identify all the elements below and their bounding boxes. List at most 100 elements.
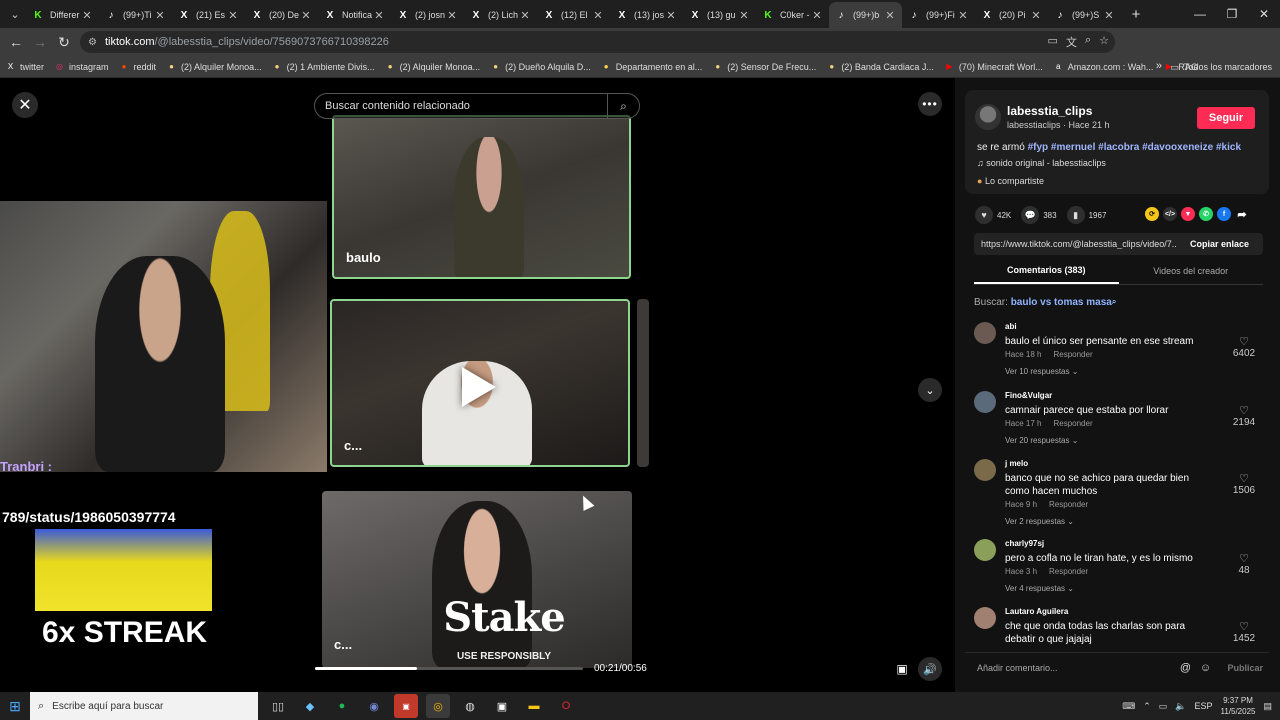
opera-icon[interactable]: O (554, 694, 578, 718)
comment-like[interactable]: ♡ 48 (1229, 553, 1259, 576)
search-suggestion[interactable]: Buscar: baulo vs tomas masa⌕ (974, 297, 1116, 308)
tab-close-icon[interactable]: ✕ (519, 9, 531, 22)
comment-username[interactable]: charly97sj (1005, 539, 1044, 548)
avatar[interactable] (974, 539, 996, 561)
browser-tab[interactable]: K C0ker - ✕ (756, 2, 829, 28)
repost-icon[interactable]: ⟳ (1145, 207, 1159, 221)
taskbar-search-input[interactable]: ⌕ Escribe aquí para buscar (30, 692, 258, 720)
bookmark-item[interactable]: ● (2) Sensor De Frecu... (707, 61, 821, 72)
browser-tab[interactable]: X (21) Es ✕ (172, 2, 245, 28)
tab-close-icon[interactable]: ✕ (665, 9, 677, 22)
follow-button[interactable]: Seguir (1197, 107, 1255, 129)
task-view-icon[interactable]: ▯▯ (266, 694, 290, 718)
bookmark-item[interactable]: ● (2) Alquiler Monoa... (161, 61, 267, 72)
tab-close-icon[interactable]: ✕ (300, 9, 312, 22)
reload-icon[interactable]: ↻ (52, 30, 76, 54)
tab-close-icon[interactable]: ✕ (227, 9, 239, 22)
red-app-icon[interactable]: ▣ (394, 694, 418, 718)
search-icon[interactable]: ⌕ (607, 94, 639, 118)
translate-icon[interactable]: 文 (1066, 34, 1077, 50)
bookmark-item[interactable]: ● (2) Dueño Alquila D... (485, 61, 596, 72)
caption-hashtags[interactable]: #fyp #mernuel #lacobra #davooxeneize #ki… (1028, 142, 1241, 153)
share-link-url[interactable]: https://www.tiktok.com/@labesstia_clips/… (974, 239, 1176, 249)
volume-icon[interactable]: 🔊 (918, 657, 942, 681)
bookmark-item[interactable]: Xtwitter (0, 61, 49, 72)
video-player[interactable]: Tranbri : 789/status/1986050397774 6x ST… (0, 78, 955, 692)
all-bookmarks-folder[interactable]: ▭ Todos los marcadores (1170, 56, 1272, 78)
tab-close-icon[interactable]: ✕ (1103, 9, 1115, 22)
bookmark-item[interactable]: ● Departamento en al... (596, 61, 708, 72)
author-name[interactable]: labesstia_clips (1007, 104, 1092, 118)
publish-button[interactable]: Publicar (1215, 663, 1269, 673)
comment-input[interactable]: Añadir comentario... (965, 663, 1175, 673)
tab-search-icon[interactable]: ⌄ (4, 3, 26, 25)
chrome-icon[interactable]: ◎ (426, 694, 450, 718)
close-window-icon[interactable]: ✕ (1248, 0, 1280, 28)
browser-tab[interactable]: ♪ (99+)S ✕ (1048, 2, 1121, 28)
spotify-icon[interactable]: ● (330, 694, 354, 718)
save-stat[interactable]: ▮ 1967 (1066, 206, 1106, 224)
close-icon[interactable]: ✕ (12, 92, 38, 118)
emoji-icon[interactable]: ☺ (1195, 662, 1215, 674)
tab-close-icon[interactable]: ✕ (738, 9, 750, 22)
related-video-card-edge[interactable] (637, 299, 649, 467)
comment-username[interactable]: abi (1005, 322, 1017, 331)
file-explorer-icon[interactable]: ▬ (522, 694, 546, 718)
avatar[interactable] (974, 322, 996, 344)
comment-like[interactable]: ♡ 1452 (1229, 621, 1259, 644)
whatsapp-icon[interactable]: ✆ (1199, 207, 1213, 221)
reply-button[interactable]: Responder (1053, 350, 1092, 359)
comment-like[interactable]: ♡ 2194 (1229, 405, 1259, 428)
browser-tab[interactable]: X (13) gu ✕ (683, 2, 756, 28)
view-replies-button[interactable]: Ver 20 respuestas ⌄ (1005, 436, 1078, 445)
language-indicator[interactable]: ESP (1194, 701, 1212, 711)
like-stat[interactable]: ♥ 42K (975, 206, 1011, 224)
clock[interactable]: 9:37 PM 11/5/2025 (1220, 695, 1255, 717)
volume-icon[interactable]: 🔈 (1175, 701, 1186, 712)
keyboard-icon[interactable]: ⌨ (1122, 701, 1135, 712)
comment-like[interactable]: ♡ 1506 (1229, 473, 1259, 496)
related-video-card-3[interactable]: c... (322, 491, 632, 668)
mention-icon[interactable]: @ (1175, 662, 1195, 674)
more-options-icon[interactable]: ••• (918, 92, 942, 116)
bookmark-item[interactable]: ▶ (70) Minecraft Worl... (939, 61, 1048, 72)
tab-close-icon[interactable]: ✕ (81, 9, 93, 22)
capcut-icon[interactable]: ▣ (490, 694, 514, 718)
browser-tab[interactable]: X (20) Pi ✕ (975, 2, 1048, 28)
comment-username[interactable]: Lautaro Aguilera (1005, 607, 1068, 616)
browser-tab[interactable]: X (13) jos ✕ (610, 2, 683, 28)
browser-tab[interactable]: K Differer ✕ (26, 2, 99, 28)
browser-tab[interactable]: X (20) De ✕ (245, 2, 318, 28)
browser-tab[interactable]: ♪ (99+)b ✕ (829, 2, 902, 28)
reply-button[interactable]: Responder (1053, 419, 1092, 428)
share-arrow-icon[interactable]: ➦ (1235, 207, 1249, 221)
facebook-icon[interactable]: f (1217, 207, 1231, 221)
browser-tab[interactable]: ♪ (99+)Ti ✕ (99, 2, 172, 28)
browser-tab[interactable]: ♪ (99+)Fi ✕ (902, 2, 975, 28)
browser-tab[interactable]: X (2) josn ✕ (391, 2, 464, 28)
browser-tab[interactable]: X (12) El ✕ (537, 2, 610, 28)
picture-in-picture-icon[interactable]: ▣ (892, 659, 912, 679)
view-replies-button[interactable]: Ver 2 respuestas ⌄ (1005, 517, 1074, 526)
zoom-icon[interactable]: ⌕ (1085, 34, 1091, 50)
copy-link-button[interactable]: Copiar enlace (1176, 239, 1263, 249)
avatar[interactable] (974, 607, 996, 629)
video-progress-bar[interactable] (315, 667, 583, 670)
tab-close-icon[interactable]: ✕ (154, 9, 166, 22)
bookmark-star-icon[interactable]: ☆ (1099, 34, 1109, 50)
minimize-icon[interactable]: — (1184, 0, 1216, 28)
bookmark-item[interactable]: ● reddit (114, 61, 162, 72)
windows-start-icon[interactable]: ⊞ (0, 692, 30, 720)
obs-icon[interactable]: ◍ (458, 694, 482, 718)
comment-username[interactable]: Fino&Vulgar (1005, 391, 1052, 400)
url-input[interactable]: ⚙ tiktok.com/@labesstia_clips/video/7569… (80, 31, 1115, 53)
comment-like[interactable]: ♡ 6402 (1229, 336, 1259, 359)
back-icon[interactable]: ← (4, 30, 28, 54)
play-icon[interactable] (462, 367, 496, 407)
tab-comments[interactable]: Comentarios (383) (974, 258, 1119, 284)
send-icon[interactable]: ▼ (1181, 207, 1195, 221)
tab-creator-videos[interactable]: Videos del creador (1119, 258, 1264, 284)
chevron-down-icon[interactable]: ⌄ (918, 378, 942, 402)
avatar[interactable] (975, 104, 1001, 130)
browser-tab[interactable]: X (2) Lich ✕ (464, 2, 537, 28)
